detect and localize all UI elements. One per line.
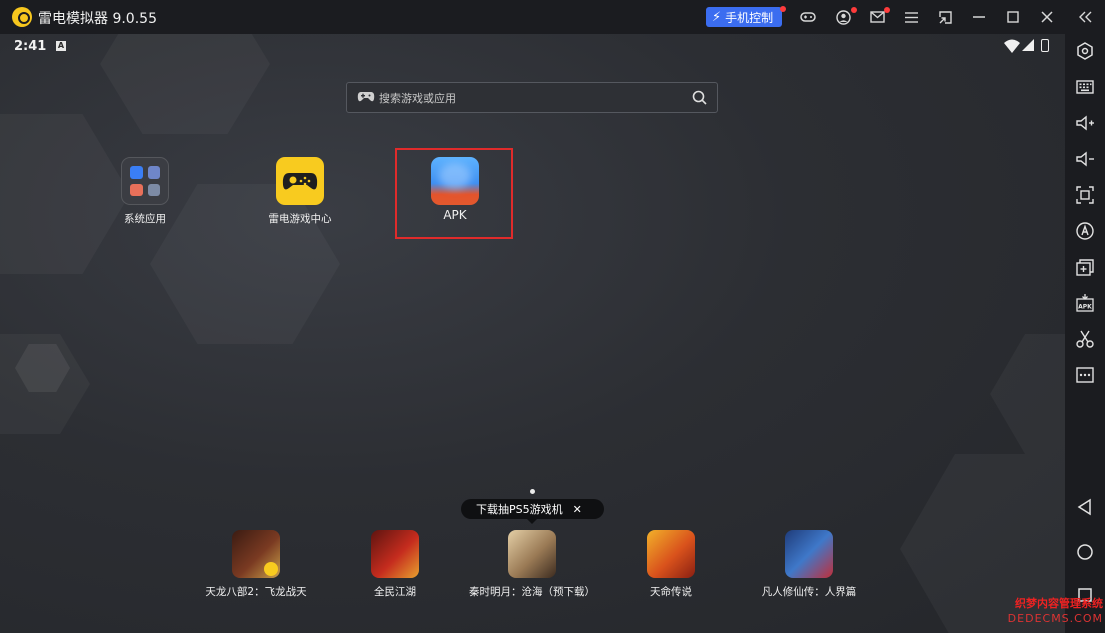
ldplayer-logo-icon (12, 7, 32, 27)
notification-dot (851, 7, 857, 13)
dock-game-fanren[interactable]: 凡人修仙传：人界篇 (749, 530, 869, 599)
install-apk-icon[interactable]: APK (1074, 292, 1096, 314)
android-screen[interactable]: 2:41 A 系统应用 雷电游戏中心 APK 下载抽PS5游戏机 (0, 34, 1065, 633)
app-system-apps[interactable]: 系统应用 (110, 157, 180, 226)
phone-control-button[interactable]: ⚡ 手机控制 (706, 7, 782, 27)
game-icon (232, 530, 280, 578)
app-label: 天龙八部2：飞龙战天 (205, 586, 307, 598)
app-ld-game-center[interactable]: 雷电游戏中心 (256, 157, 344, 226)
home-icon[interactable] (1074, 541, 1096, 563)
scissors-icon[interactable] (1074, 328, 1096, 350)
dock-game-quanmin[interactable]: 全民江湖 (345, 530, 445, 599)
gamepad-icon (357, 90, 375, 104)
promo-tooltip[interactable]: 下载抽PS5游戏机 ✕ (461, 499, 604, 524)
notification-dot (884, 7, 890, 13)
back-icon[interactable] (1074, 496, 1096, 518)
notification-a-icon: A (56, 41, 66, 51)
right-toolbar: APK (1065, 34, 1105, 633)
game-icon (508, 530, 556, 578)
phone-control-label: 手机控制 (725, 10, 774, 25)
app-label: 凡人修仙传：人界篇 (761, 586, 857, 598)
lightning-icon: ⚡ (712, 9, 722, 25)
dock-game-tianlong[interactable]: 天龙八部2：飞龙战天 (196, 530, 316, 599)
settings-icon[interactable] (1074, 40, 1096, 62)
more-options-icon[interactable] (1074, 364, 1096, 386)
battery-icon (1041, 39, 1049, 52)
background-hexagon (990, 334, 1065, 454)
user-account-icon[interactable] (834, 8, 852, 26)
search-icon[interactable] (692, 90, 707, 105)
volume-down-icon[interactable] (1074, 148, 1096, 170)
app-label: 系统应用 (124, 213, 166, 225)
app-label: 全民江湖 (374, 586, 416, 598)
collapse-sidebar-icon[interactable] (1076, 8, 1094, 26)
status-time: 2:41 (14, 39, 47, 54)
game-icon (371, 530, 419, 578)
app-label: 天命传说 (650, 586, 692, 598)
wifi-icon (1004, 39, 1020, 53)
keyboard-icon[interactable] (1074, 76, 1096, 98)
gamepad-icon[interactable] (799, 8, 817, 26)
promo-text: 下载抽PS5游戏机 (476, 503, 563, 516)
page-indicator (530, 489, 535, 494)
title-bar: 雷电模拟器 9.0.55 ⚡ 手机控制 (0, 0, 1105, 34)
multi-instance-icon[interactable] (1074, 256, 1096, 278)
dock-game-tianming[interactable]: 天命传说 (621, 530, 721, 599)
minimize-icon[interactable] (970, 8, 988, 26)
game-icon (785, 530, 833, 578)
app-label: 雷电游戏中心 (268, 213, 332, 225)
close-icon[interactable]: ✕ (573, 503, 582, 516)
watermark: 织梦内容管理系统 DEDECMS.COM (993, 596, 1103, 632)
system-apps-folder-icon (121, 157, 169, 205)
cell-signal-icon (1022, 39, 1034, 51)
window-title: 雷电模拟器 9.0.55 (38, 11, 157, 27)
mini-mode-icon[interactable] (936, 8, 954, 26)
volume-up-icon[interactable] (1074, 112, 1096, 134)
search-input[interactable] (379, 87, 679, 109)
maximize-icon[interactable] (1004, 8, 1022, 26)
auto-rotate-icon[interactable] (1074, 220, 1096, 242)
highlight-box (395, 148, 513, 239)
gamepad-icon (276, 157, 324, 205)
svg-text:APK: APK (1078, 304, 1092, 311)
close-icon[interactable] (1038, 8, 1056, 26)
app-label: 秦时明月：沧海（预下载） (469, 586, 595, 598)
menu-icon[interactable] (902, 8, 920, 26)
watermark-line1: 织梦内容管理系统 (1015, 597, 1103, 610)
dock-game-qinshi[interactable]: 秦时明月：沧海（预下载） (462, 530, 602, 599)
android-status-bar: 2:41 A (0, 34, 1065, 58)
app-search-bar[interactable] (346, 82, 718, 113)
watermark-line2: DEDECMS.COM (1007, 612, 1103, 625)
screenshot-icon[interactable] (1074, 184, 1096, 206)
notification-dot (780, 6, 786, 12)
game-icon (647, 530, 695, 578)
